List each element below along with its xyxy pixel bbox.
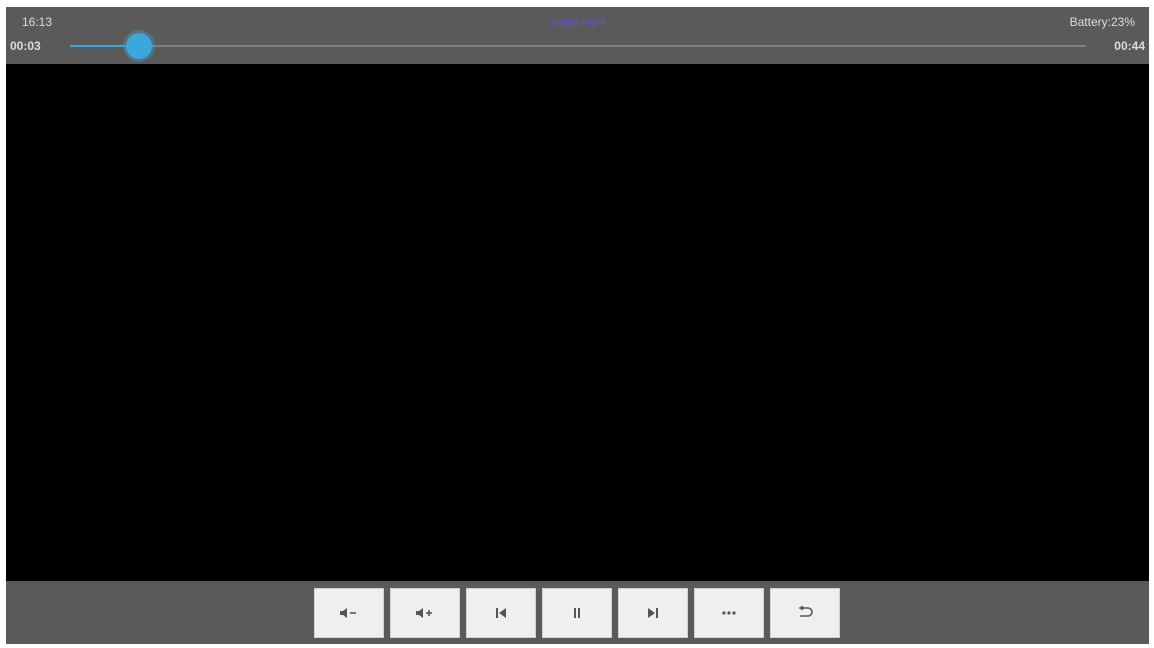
control-bar <box>6 581 1149 644</box>
seek-bar[interactable] <box>70 33 1086 59</box>
volume-down-icon <box>340 608 356 618</box>
battery-status: Battery:23% <box>1069 15 1135 29</box>
pause-icon <box>574 608 580 618</box>
volume-up-icon <box>416 608 432 618</box>
back-button[interactable] <box>770 588 840 638</box>
top-status-bar: 16:13 video.mp4 Battery:23% 00:03 00:44 <box>6 7 1149 64</box>
video-title: video.mp4 <box>549 15 606 29</box>
skip-next-icon <box>648 608 658 618</box>
pause-button[interactable] <box>542 588 612 638</box>
elapsed-time: 00:03 <box>10 39 41 53</box>
more-button[interactable] <box>694 588 764 638</box>
skip-previous-icon <box>496 608 506 618</box>
total-duration: 00:44 <box>1114 39 1145 53</box>
video-player: 16:13 video.mp4 Battery:23% 00:03 00:44 <box>6 7 1149 644</box>
volume-up-button[interactable] <box>390 588 460 638</box>
video-area[interactable] <box>6 64 1149 581</box>
more-icon <box>722 611 736 615</box>
next-button[interactable] <box>618 588 688 638</box>
previous-button[interactable] <box>466 588 536 638</box>
seek-thumb[interactable] <box>126 33 152 59</box>
return-icon <box>798 605 813 617</box>
volume-down-button[interactable] <box>314 588 384 638</box>
playback-controls <box>314 588 840 638</box>
